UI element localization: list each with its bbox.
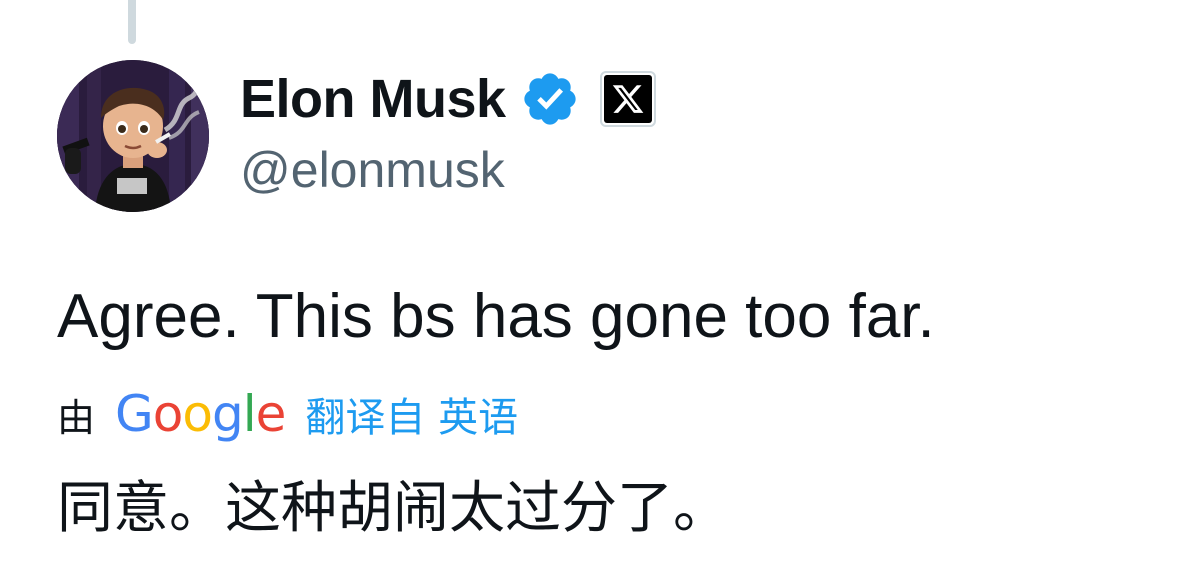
google-logo-letter: e [255,385,287,443]
translation-attribution: 由 Google 翻译自 英语 [57,382,518,446]
affiliate-badge[interactable] [599,71,656,127]
author-name-row: Elon Musk [240,66,656,132]
google-logo-letter: o [182,385,213,443]
google-logo-letter: G [115,385,154,443]
tweet-text: Agree. This bs has gone too far. [57,282,935,351]
avatar[interactable] [57,60,209,212]
avatar-image [57,60,209,212]
google-logo-letter: o [152,385,184,443]
author-handle[interactable]: @elonmusk [240,145,505,195]
thread-connector-line [128,0,136,44]
google-logo-letter: l [242,385,257,443]
google-logo-letter: g [211,385,244,443]
x-logo-icon [603,75,652,123]
verified-badge-icon[interactable] [520,69,580,129]
author-display-name[interactable]: Elon Musk [240,72,506,126]
translate-from-link[interactable]: 翻译自 英语 [305,385,518,443]
google-logo: Google [115,385,287,443]
translated-by-label: 由 [57,395,96,440]
translated-tweet-text: 同意。这种胡闹太过分了。 [57,476,729,541]
